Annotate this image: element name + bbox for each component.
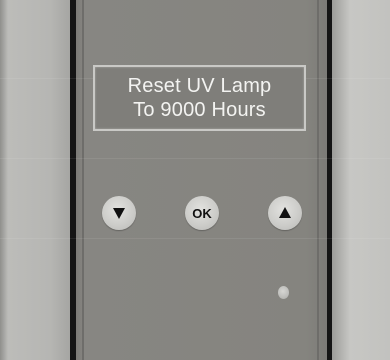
panel-seam [0,238,390,239]
left-wall [0,0,72,360]
panel-inner-border-left [82,0,84,360]
display-line-2: To 9000 Hours [133,99,266,121]
right-wall [332,0,390,360]
display-line-1: Reset UV Lamp [127,75,272,97]
ok-button-label: OK [192,205,212,221]
ok-button[interactable]: OK [185,196,219,230]
down-button[interactable] [102,196,136,230]
panel-inner-border-right [317,0,319,360]
control-panel [76,0,327,360]
status-indicator-light [278,286,289,299]
triangle-up-icon [279,207,291,218]
panel-seam [0,158,390,159]
lcd-display: Reset UV Lamp To 9000 Hours [93,65,306,131]
up-button[interactable] [268,196,302,230]
device-scene: Reset UV Lamp To 9000 Hours OK [0,0,390,360]
triangle-down-icon [113,208,125,219]
